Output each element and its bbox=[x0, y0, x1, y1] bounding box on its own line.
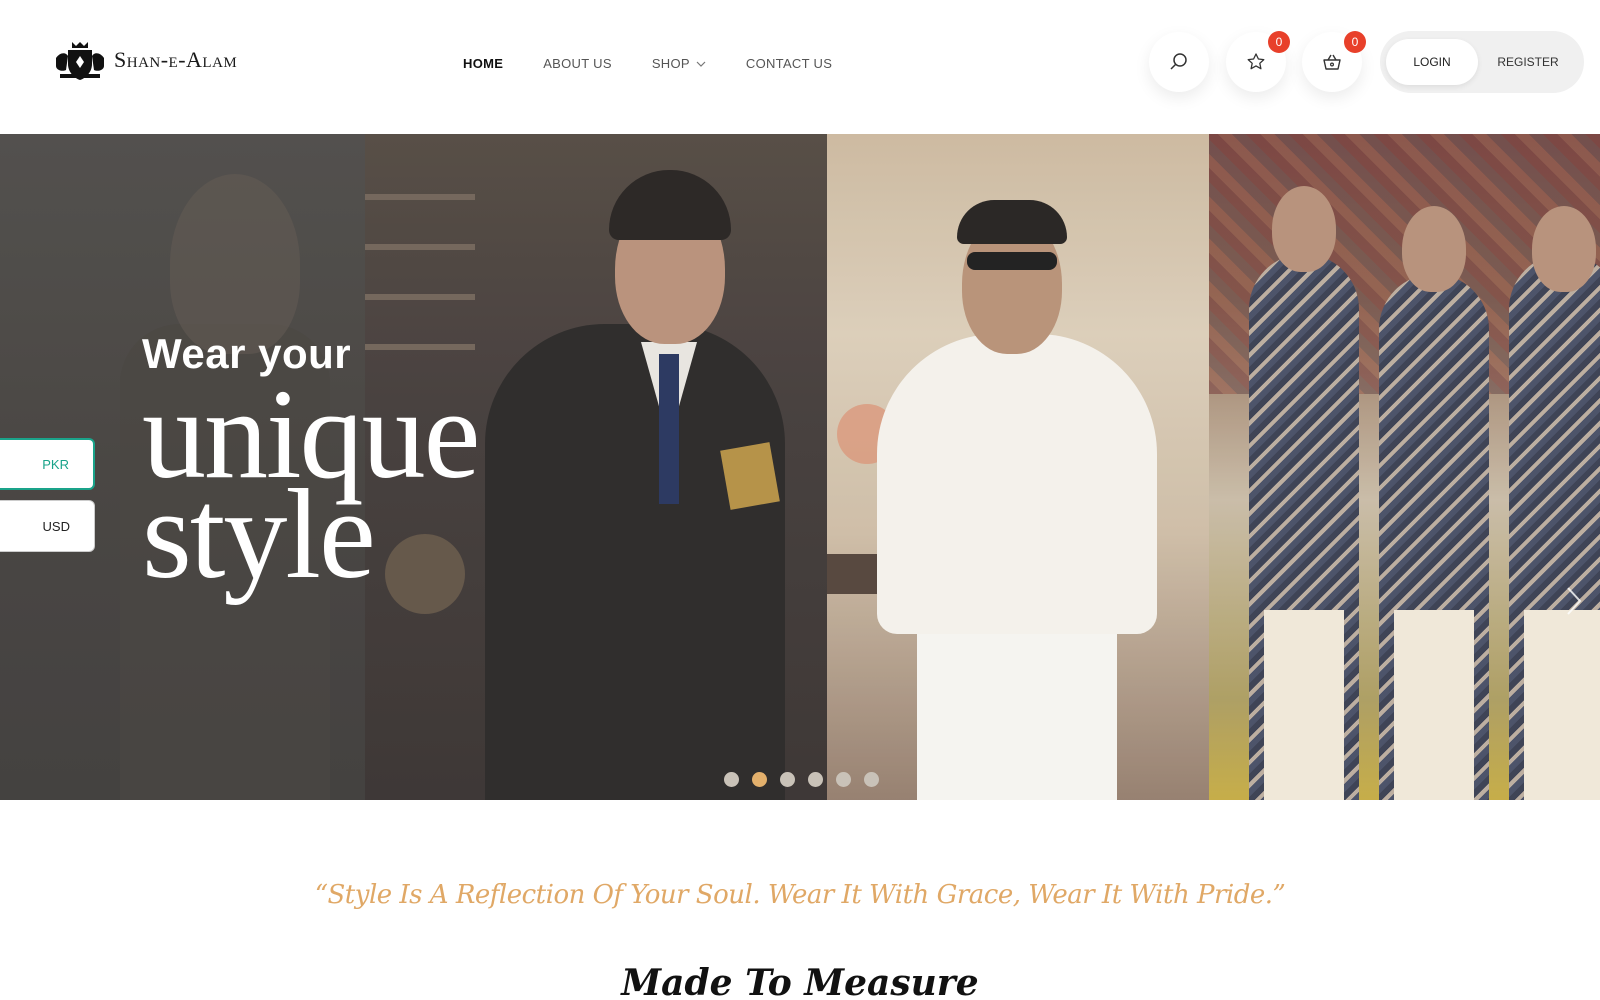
wishlist-count-badge: 0 bbox=[1268, 31, 1290, 53]
nav-about-label: ABOUT US bbox=[543, 56, 612, 71]
nav-shop[interactable]: SHOP bbox=[652, 56, 706, 71]
site-header: Shan-e-Alam HOME ABOUT US SHOP CONTACT U… bbox=[0, 0, 1600, 134]
slider-dot-1[interactable] bbox=[724, 772, 739, 787]
slider-next-button[interactable] bbox=[1562, 584, 1586, 618]
slider-dot-3[interactable] bbox=[780, 772, 795, 787]
nav-home-label: HOME bbox=[463, 56, 504, 71]
nav-contact-us[interactable]: CONTACT US bbox=[746, 56, 832, 71]
search-icon bbox=[1170, 53, 1187, 70]
currency-pkr-button[interactable]: PKR bbox=[0, 438, 95, 490]
nav-about-us[interactable]: ABOUT US bbox=[543, 56, 612, 71]
star-icon bbox=[1247, 53, 1265, 70]
logo-text: Shan-e-Alam bbox=[114, 47, 238, 72]
login-button[interactable]: LOGIN bbox=[1386, 39, 1478, 85]
crest-icon bbox=[56, 42, 104, 80]
slider-dots bbox=[724, 772, 879, 787]
search-button[interactable] bbox=[1149, 32, 1209, 92]
hero-headline: Wear your unique style bbox=[142, 330, 480, 598]
hero-banner: Wear your unique style bbox=[0, 134, 1600, 800]
main-nav: HOME ABOUT US SHOP CONTACT US bbox=[463, 56, 872, 71]
slider-dot-4[interactable] bbox=[808, 772, 823, 787]
nav-contact-label: CONTACT US bbox=[745, 56, 833, 71]
nav-shop-label: SHOP bbox=[651, 56, 690, 71]
wishlist-button[interactable]: 0 bbox=[1226, 31, 1290, 92]
basket-icon bbox=[1323, 54, 1341, 70]
chevron-down-icon bbox=[696, 61, 706, 67]
auth-toggle: LOGIN REGISTER bbox=[1380, 31, 1584, 93]
cart-count-badge: 0 bbox=[1344, 31, 1366, 53]
slider-dot-2[interactable] bbox=[752, 772, 767, 787]
nav-home[interactable]: HOME bbox=[463, 56, 503, 71]
cart-button[interactable]: 0 bbox=[1302, 31, 1366, 92]
brand-quote: “Style Is A Reflection Of Your Soul. Wea… bbox=[314, 880, 1286, 910]
register-button[interactable]: REGISTER bbox=[1478, 55, 1578, 69]
slider-dot-6[interactable] bbox=[864, 772, 879, 787]
currency-usd-button[interactable]: USD bbox=[0, 500, 95, 552]
section-title: Made To Measure bbox=[621, 962, 979, 1000]
brand-logo[interactable]: Shan-e-Alam bbox=[52, 38, 237, 82]
slider-dot-5[interactable] bbox=[836, 772, 851, 787]
chevron-right-icon bbox=[1567, 587, 1582, 615]
